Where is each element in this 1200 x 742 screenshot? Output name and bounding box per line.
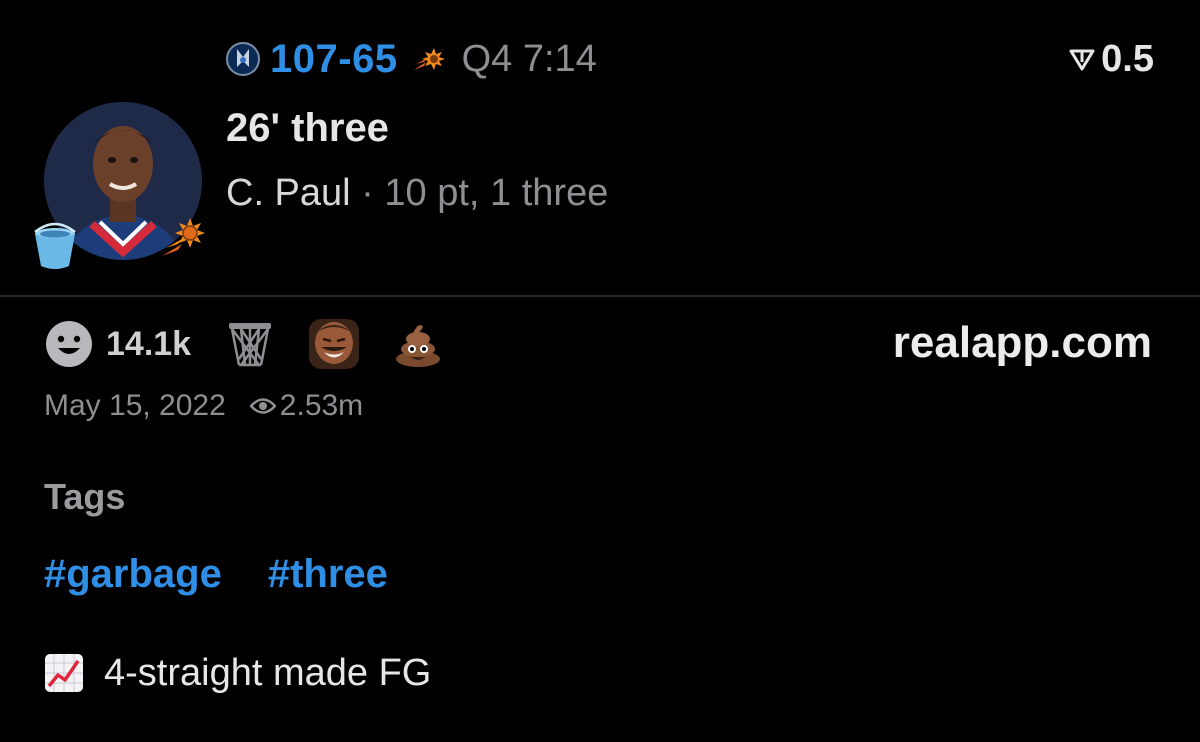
- reaction-count: 14.1k: [106, 324, 192, 363]
- view-count: 2.53m: [279, 389, 364, 422]
- player-name[interactable]: C. Paul: [226, 172, 351, 214]
- tags-list: #garbage #three: [44, 552, 388, 597]
- bucket-icon: [34, 222, 76, 269]
- chart-increasing-icon: [45, 654, 83, 692]
- score-away: 107: [270, 36, 339, 81]
- game-clock: Q4 7:14: [461, 37, 597, 80]
- tag-link[interactable]: #three: [268, 552, 388, 597]
- laughing-man-icon[interactable]: [309, 319, 360, 369]
- post-date: May 15, 2022: [44, 389, 226, 422]
- tags-heading: Tags: [44, 476, 126, 517]
- divider: [0, 295, 1200, 297]
- suns-logo-icon: [413, 48, 445, 70]
- smile-icon[interactable]: [44, 319, 94, 369]
- score-separator: -: [338, 36, 353, 81]
- player-stats: 10 pt, 1 three: [384, 172, 609, 214]
- odds-value: 0.5: [1101, 38, 1154, 80]
- separator-dot: ·: [350, 172, 385, 214]
- play-title: 26' three: [226, 106, 389, 150]
- game-score-row[interactable]: 107-65 Q4 7:14: [226, 36, 597, 82]
- suns-logo-icon: [162, 218, 205, 256]
- score-home: 65: [352, 36, 398, 81]
- streak-text: 4-straight made FG: [104, 651, 432, 694]
- score: 107-65: [270, 37, 398, 82]
- odds-indicator: 0.5: [1069, 38, 1154, 81]
- eye-icon: [249, 398, 276, 414]
- down-triangle-icon: [1069, 49, 1095, 70]
- source-site-link[interactable]: realapp.com: [893, 318, 1152, 368]
- streak-note: 4-straight made FG: [44, 650, 431, 696]
- mavericks-logo-icon: [226, 42, 260, 76]
- reactions-bar[interactable]: 14.1k: [44, 316, 443, 372]
- play-subtitle: C. Paul · 10 pt, 1 three: [226, 172, 608, 215]
- poop-emoji-icon[interactable]: [393, 319, 443, 369]
- post-meta: May 15, 2022 2.53m: [44, 386, 363, 426]
- tag-link[interactable]: #garbage: [44, 552, 222, 597]
- basketball-net-icon[interactable]: [225, 319, 275, 369]
